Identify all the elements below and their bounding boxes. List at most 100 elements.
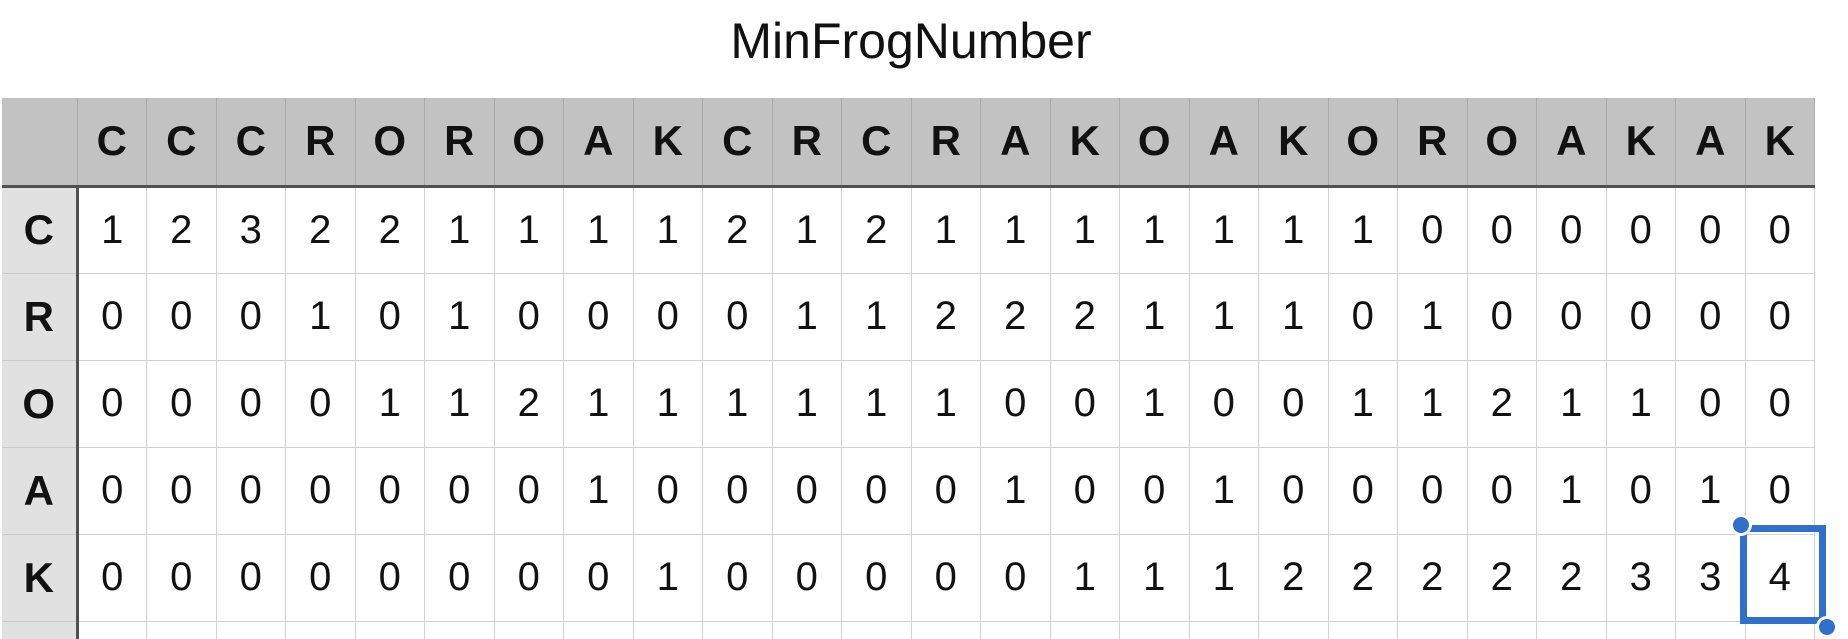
column-header[interactable]: O (1467, 98, 1537, 188)
row-header[interactable]: C (2, 186, 79, 274)
column-header[interactable]: R (772, 98, 842, 188)
table-cell[interactable]: 0 (285, 447, 356, 535)
table-cell[interactable]: 1 (563, 186, 634, 274)
table-cell[interactable]: 1 (633, 360, 703, 448)
table-cell[interactable]: 1 (1258, 273, 1329, 361)
row-header[interactable]: K (2, 534, 79, 622)
table-cell[interactable]: 2 (1397, 534, 1468, 622)
table-cell[interactable] (1397, 621, 1468, 639)
table-cell[interactable] (1119, 621, 1190, 639)
table-cell[interactable]: 2 (494, 360, 564, 448)
column-header[interactable]: A (1189, 98, 1259, 188)
column-header[interactable]: K (1606, 98, 1676, 188)
table-cell[interactable]: 0 (146, 447, 217, 535)
table-cell[interactable]: 1 (633, 534, 703, 622)
column-header[interactable]: O (494, 98, 564, 188)
table-cell[interactable]: 3 (1675, 534, 1746, 622)
table-cell[interactable]: 0 (1467, 186, 1537, 274)
row-header[interactable]: R (2, 273, 79, 361)
table-cell[interactable] (1745, 621, 1815, 639)
table-cell[interactable]: 1 (424, 360, 495, 448)
table-cell[interactable] (1258, 621, 1329, 639)
table-cell[interactable]: 0 (216, 447, 286, 535)
table-cell[interactable] (1328, 621, 1398, 639)
table-cell[interactable]: 1 (1189, 447, 1259, 535)
column-header[interactable]: C (702, 98, 773, 188)
table-cell[interactable]: 0 (355, 534, 425, 622)
table-cell[interactable]: 1 (911, 186, 981, 274)
selection-handle-bottom-right[interactable] (1816, 616, 1838, 638)
column-header[interactable]: K (633, 98, 703, 188)
table-cell[interactable]: 3 (216, 186, 286, 274)
table-cell[interactable]: 0 (911, 447, 981, 535)
corner-cell[interactable] (2, 98, 78, 188)
table-cell[interactable]: 1 (772, 360, 842, 448)
table-cell[interactable]: 0 (1675, 273, 1746, 361)
table-cell[interactable]: 1 (772, 186, 842, 274)
table-cell[interactable]: 3 (1606, 534, 1676, 622)
table-cell[interactable] (1189, 621, 1259, 639)
table-cell[interactable]: 0 (146, 273, 217, 361)
table-cell[interactable]: 2 (1467, 534, 1537, 622)
table-cell[interactable]: 1 (1189, 186, 1259, 274)
table-cell[interactable]: 0 (1119, 447, 1190, 535)
table-cell[interactable]: 0 (841, 447, 912, 535)
table-cell[interactable]: 1 (1536, 360, 1607, 448)
table-cell[interactable]: 1 (841, 360, 912, 448)
table-cell[interactable]: 0 (772, 447, 842, 535)
table-cell[interactable] (980, 621, 1051, 639)
table-cell[interactable]: 0 (77, 447, 147, 535)
table-cell[interactable] (1050, 621, 1120, 639)
table-cell[interactable]: 0 (1258, 360, 1329, 448)
table-cell[interactable]: 0 (424, 447, 495, 535)
table-cell[interactable]: 2 (1467, 360, 1537, 448)
table-cell[interactable]: 1 (1189, 273, 1259, 361)
table-cell[interactable]: 1 (1119, 186, 1190, 274)
column-header[interactable]: C (77, 98, 147, 188)
table-cell[interactable]: 1 (1189, 534, 1259, 622)
table-cell[interactable]: 0 (424, 534, 495, 622)
table-cell[interactable]: 0 (1536, 273, 1607, 361)
table-cell[interactable]: 2 (1536, 534, 1607, 622)
table-cell[interactable]: 0 (1745, 447, 1815, 535)
table-cell[interactable]: 2 (1258, 534, 1329, 622)
column-header[interactable]: C (146, 98, 217, 188)
column-header[interactable]: K (1258, 98, 1329, 188)
table-cell[interactable] (911, 621, 981, 639)
table-cell[interactable]: 0 (494, 447, 564, 535)
table-cell[interactable]: 0 (1745, 273, 1815, 361)
column-header[interactable]: A (1536, 98, 1607, 188)
table-cell[interactable]: 2 (285, 186, 356, 274)
table-cell[interactable]: 1 (1258, 186, 1329, 274)
table-cell[interactable]: 0 (1675, 360, 1746, 448)
table-cell[interactable]: 0 (1606, 447, 1676, 535)
table-cell[interactable] (146, 621, 217, 639)
table-cell[interactable]: 0 (1467, 447, 1537, 535)
table-cell[interactable]: 0 (1328, 273, 1398, 361)
table-cell[interactable]: 0 (563, 273, 634, 361)
table-cell[interactable]: 0 (77, 534, 147, 622)
table-cell[interactable]: 1 (1050, 186, 1120, 274)
column-header[interactable]: R (1397, 98, 1468, 188)
table-cell[interactable]: 0 (216, 534, 286, 622)
table-cell[interactable]: 0 (1189, 360, 1259, 448)
table-cell[interactable]: 0 (633, 273, 703, 361)
table-cell[interactable]: 1 (424, 273, 495, 361)
table-cell[interactable]: 0 (285, 534, 356, 622)
table-cell[interactable]: 1 (1606, 360, 1676, 448)
table-cell[interactable] (1536, 621, 1607, 639)
table-cell[interactable] (563, 621, 634, 639)
table-cell[interactable]: 0 (216, 360, 286, 448)
column-header[interactable]: O (355, 98, 425, 188)
table-cell[interactable] (424, 621, 495, 639)
table-cell[interactable] (841, 621, 912, 639)
table-cell[interactable]: 2 (702, 186, 773, 274)
table-cell[interactable]: 2 (146, 186, 217, 274)
table-cell[interactable]: 2 (1328, 534, 1398, 622)
column-header[interactable]: C (216, 98, 286, 188)
table-cell[interactable] (494, 621, 564, 639)
table-cell[interactable]: 0 (980, 534, 1051, 622)
table-cell[interactable]: 0 (146, 360, 217, 448)
table-cell[interactable]: 0 (494, 534, 564, 622)
table-cell[interactable]: 0 (355, 447, 425, 535)
